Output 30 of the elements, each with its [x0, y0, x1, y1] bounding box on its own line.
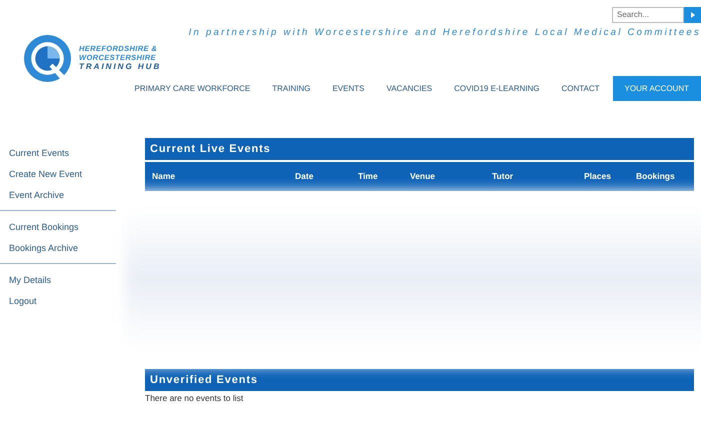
nav-link[interactable]: VACANCIES [375, 76, 444, 101]
sidebar-link[interactable]: Logout [0, 291, 116, 312]
search-field[interactable]: Search... [612, 7, 684, 23]
empty-message: There are no events to list [145, 392, 244, 405]
tagline: In partnership with Worcestershire and Herefordshire Local Medical Committees [188, 26, 701, 40]
nav-link[interactable]: EVENTS [321, 76, 376, 101]
search-button[interactable] [684, 7, 701, 23]
column-header: Venue [410, 170, 436, 183]
play-arrow-icon [690, 12, 694, 18]
column-header: Bookings [636, 170, 676, 183]
nav-link[interactable]: CONTACT [550, 76, 611, 101]
nav-link[interactable]: PRIMARY CARE WORKFORCE [124, 76, 262, 101]
column-header: Name [152, 170, 176, 183]
nav-link[interactable]: TRAINING [261, 76, 322, 101]
column-header: Date [295, 170, 314, 183]
search-input[interactable]: Search... [617, 9, 679, 21]
sidebar-link[interactable]: Current Events [0, 143, 116, 164]
section-header: Unverified Events [145, 369, 694, 391]
sidebar-link[interactable]: My Details [0, 270, 116, 291]
sidebar-link[interactable]: Current Bookings [0, 217, 116, 238]
sidebar-link[interactable]: Create New Event [0, 164, 116, 185]
column-header: Places [584, 170, 612, 183]
logo-icon [22, 33, 73, 84]
column-header: Time [358, 170, 379, 183]
nav-link[interactable]: COVID19 E-LEARNING [443, 76, 550, 101]
column-header: Tutor [492, 170, 514, 183]
sidebar-link[interactable]: Bookings Archive [0, 238, 116, 259]
sidebar-link[interactable]: Event Archive [0, 185, 116, 206]
logo-text: TRAINING HUB [79, 62, 162, 71]
section-header: Current Live Events [145, 138, 694, 160]
